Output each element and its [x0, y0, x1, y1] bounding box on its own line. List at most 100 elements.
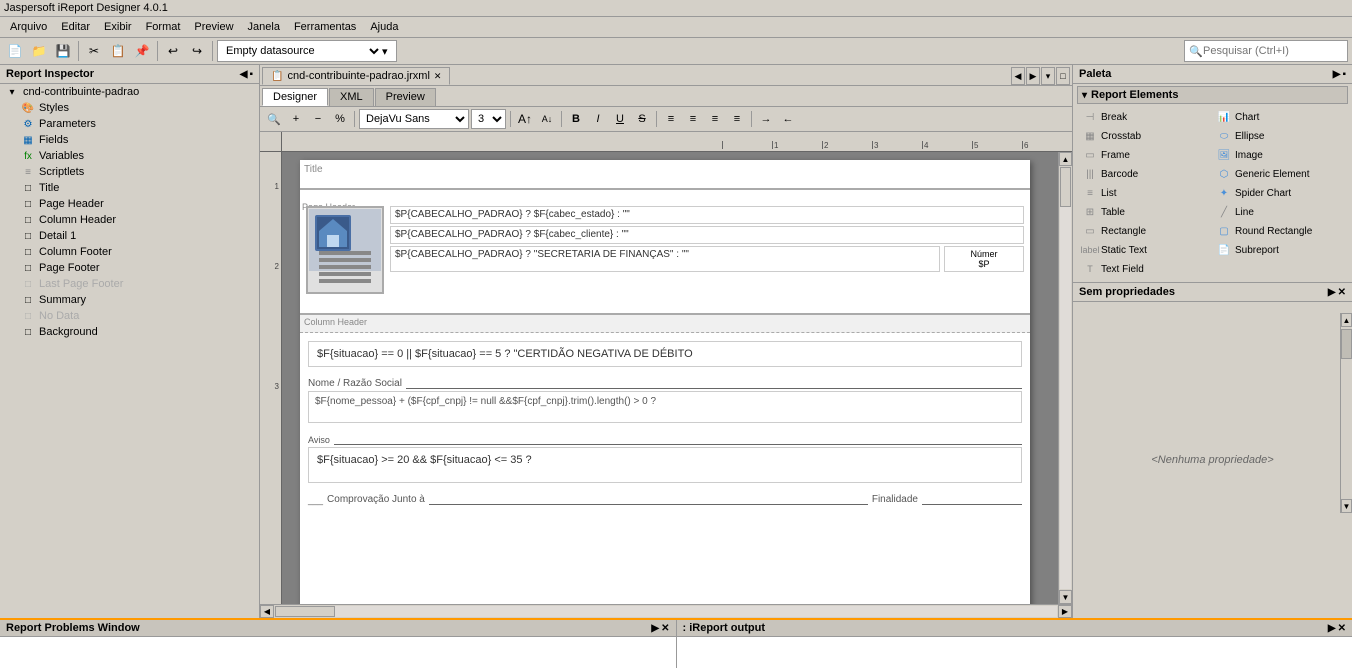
- align-left-btn[interactable]: ≡: [661, 109, 681, 129]
- scroll-right-btn[interactable]: ▶: [1058, 605, 1072, 618]
- paleta-item-table[interactable]: ⊞ Table: [1079, 203, 1212, 221]
- report-elements-header[interactable]: ▾ Report Elements: [1077, 86, 1348, 104]
- zoom-fit-btn[interactable]: 🔍: [264, 109, 284, 129]
- paleta-item-list[interactable]: ≡ List: [1079, 184, 1212, 202]
- tree-item-title[interactable]: □ Title: [0, 180, 259, 196]
- bold-btn[interactable]: B: [566, 109, 586, 129]
- logo-image[interactable]: [306, 206, 384, 294]
- paleta-item-image[interactable]: 🖼 Image: [1213, 146, 1346, 164]
- paleta-item-line[interactable]: ╱ Line: [1213, 203, 1346, 221]
- certidao-expr-field[interactable]: $F{situacao} == 0 || $F{situacao} == 5 ?…: [308, 341, 1022, 367]
- problems-collapse-btn[interactable]: ▶: [651, 623, 659, 634]
- font-selector[interactable]: DejaVu Sans: [359, 109, 469, 129]
- paleta-item-crosstab[interactable]: ▦ Crosstab: [1079, 127, 1212, 145]
- tab-nav-list[interactable]: ▾: [1041, 67, 1055, 85]
- align-center-btn[interactable]: ≡: [683, 109, 703, 129]
- scroll-thumb[interactable]: [1060, 167, 1071, 207]
- undo-button[interactable]: ↩: [162, 40, 184, 62]
- output-close-btn[interactable]: ✕: [1338, 623, 1346, 634]
- copy-button[interactable]: 📋: [107, 40, 129, 62]
- v-scrollbar[interactable]: ▲ ▼: [1058, 152, 1072, 604]
- scroll-up-btn[interactable]: ▲: [1059, 152, 1072, 166]
- tab-nav-max[interactable]: □: [1056, 67, 1070, 85]
- font-size-selector[interactable]: 3: [471, 109, 506, 129]
- tree-root[interactable]: ▾ cnd-contribuinte-padrao: [0, 84, 259, 100]
- menu-format[interactable]: Format: [140, 19, 187, 35]
- open-button[interactable]: 📁: [28, 40, 50, 62]
- canvas-wrapper[interactable]: 1 2 3 4 5 6 1 2 3: [260, 132, 1072, 618]
- tab-nav-right[interactable]: ▶: [1026, 67, 1040, 85]
- search-box[interactable]: 🔍: [1184, 40, 1348, 62]
- aviso-expr-field[interactable]: $F{situacao} >= 20 && $F{situacao} <= 35…: [308, 447, 1022, 483]
- search-input[interactable]: [1203, 45, 1343, 57]
- canvas-content[interactable]: Title Page Header: [282, 152, 1058, 604]
- zoom-in-btn[interactable]: +: [286, 109, 306, 129]
- panel-detach-icon[interactable]: ▪: [249, 69, 253, 80]
- tab-nav-left[interactable]: ◀: [1011, 67, 1025, 85]
- tree-item-last-page-footer[interactable]: □ Last Page Footer: [0, 276, 259, 292]
- tree-item-parameters[interactable]: ⚙ Parameters: [0, 116, 259, 132]
- align-justify-btn[interactable]: ≡: [727, 109, 747, 129]
- tree-item-page-header[interactable]: □ Page Header: [0, 196, 259, 212]
- indent-less-btn[interactable]: ←: [778, 109, 798, 129]
- paleta-scrollbar[interactable]: ▲ ▼: [1340, 313, 1352, 513]
- tree-item-column-header[interactable]: □ Column Header: [0, 212, 259, 228]
- font-size-up-btn[interactable]: A↑: [515, 109, 535, 129]
- tree-item-variables[interactable]: fx Variables: [0, 148, 259, 164]
- header-field-secretaria[interactable]: $P{CABECALHO_PADRAO} ? "SECRETARIA DE FI…: [390, 246, 940, 272]
- tree-item-background[interactable]: □ Background: [0, 324, 259, 340]
- scroll-down-btn[interactable]: ▼: [1059, 590, 1072, 604]
- menu-exibir[interactable]: Exibir: [98, 19, 138, 35]
- nome-expr-field[interactable]: $F{nome_pessoa} + ($F{cpf_cnpj} != null …: [308, 391, 1022, 423]
- tree-item-no-data[interactable]: □ No Data: [0, 308, 259, 324]
- menu-preview[interactable]: Preview: [188, 19, 239, 35]
- tab-designer[interactable]: Designer: [262, 88, 328, 106]
- menu-janela[interactable]: Janela: [242, 19, 286, 35]
- paleta-detach-btn[interactable]: ▪: [1342, 69, 1346, 80]
- tab-preview[interactable]: Preview: [375, 88, 436, 106]
- header-field-cliente[interactable]: $P{CABECALHO_PADRAO} ? $F{cabec_cliente}…: [390, 226, 1024, 244]
- paleta-item-frame[interactable]: ▭ Frame: [1079, 146, 1212, 164]
- new-button[interactable]: 📄: [4, 40, 26, 62]
- scroll-left-btn[interactable]: ◀: [260, 605, 274, 618]
- properties-collapse-btn[interactable]: ▶: [1328, 287, 1336, 298]
- redo-button[interactable]: ↪: [186, 40, 208, 62]
- paleta-item-rectangle[interactable]: ▭ Rectangle: [1079, 222, 1212, 240]
- menu-arquivo[interactable]: Arquivo: [4, 19, 53, 35]
- paleta-collapse-btn[interactable]: ▶: [1333, 69, 1341, 80]
- paleta-item-barcode[interactable]: ||| Barcode: [1079, 165, 1212, 183]
- h-scrollbar[interactable]: ◀ ▶: [260, 604, 1072, 618]
- paleta-item-text-field[interactable]: T Text Field: [1079, 260, 1212, 278]
- cut-button[interactable]: ✂: [83, 40, 105, 62]
- tree-item-scriptlets[interactable]: ≡ Scriptlets: [0, 164, 259, 180]
- file-tab-close[interactable]: ✕: [434, 71, 442, 82]
- output-collapse-btn[interactable]: ▶: [1328, 623, 1336, 634]
- align-right-btn[interactable]: ≡: [705, 109, 725, 129]
- tree-item-page-footer[interactable]: □ Page Footer: [0, 260, 259, 276]
- zoom-percent-btn[interactable]: %: [330, 109, 350, 129]
- properties-detach-btn[interactable]: ✕: [1338, 287, 1346, 298]
- tab-xml[interactable]: XML: [329, 88, 374, 106]
- menu-editar[interactable]: Editar: [55, 19, 96, 35]
- h-scroll-thumb[interactable]: [275, 606, 335, 617]
- indent-more-btn[interactable]: →: [756, 109, 776, 129]
- tree-item-styles[interactable]: 🎨 Styles: [0, 100, 259, 116]
- tree-item-column-footer[interactable]: □ Column Footer: [0, 244, 259, 260]
- underline-btn[interactable]: U: [610, 109, 630, 129]
- strikethrough-btn[interactable]: S: [632, 109, 652, 129]
- menu-ferramentas[interactable]: Ferramentas: [288, 19, 362, 35]
- datasource-select[interactable]: Empty datasource: [222, 44, 382, 58]
- header-field-estado[interactable]: $P{CABECALHO_PADRAO} ? $F{cabec_estado} …: [390, 206, 1024, 224]
- zoom-out-btn[interactable]: −: [308, 109, 328, 129]
- paste-button[interactable]: 📌: [131, 40, 153, 62]
- datasource-selector[interactable]: Empty datasource ▾: [217, 40, 397, 62]
- save-button[interactable]: 💾: [52, 40, 74, 62]
- italic-btn[interactable]: I: [588, 109, 608, 129]
- active-file-tab[interactable]: 📋 cnd-contribuinte-padrao.jrxml ✕: [262, 67, 450, 85]
- paleta-item-subreport[interactable]: 📄 Subreport: [1213, 241, 1346, 259]
- paleta-item-generic-element[interactable]: ⬡ Generic Element: [1213, 165, 1346, 183]
- tree-item-summary[interactable]: □ Summary: [0, 292, 259, 308]
- tree-item-detail-1[interactable]: □ Detail 1: [0, 228, 259, 244]
- paleta-item-static-text[interactable]: label Static Text: [1079, 241, 1212, 259]
- paleta-item-spider-chart[interactable]: ✦ Spider Chart: [1213, 184, 1346, 202]
